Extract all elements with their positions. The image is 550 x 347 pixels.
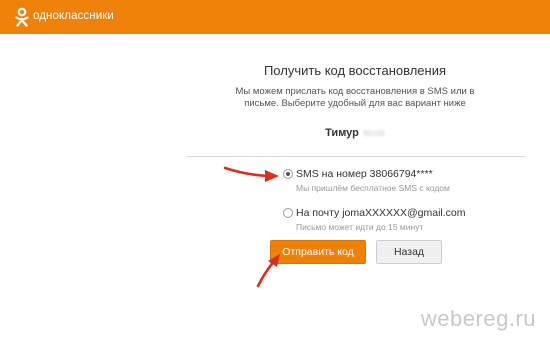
annotation-arrow-icon	[223, 166, 279, 182]
blurred-surname	[362, 130, 385, 137]
email-option-hint: Письмо может идти до 15 минут	[296, 222, 424, 232]
logo-text[interactable]: одноклассники	[33, 10, 114, 22]
user-first-name: Тимур	[325, 127, 359, 139]
email-option-radio[interactable]	[283, 208, 293, 218]
annotation-arrow-icon	[256, 254, 280, 288]
sms-option-hint: Мы пришлём бесплатное SMS с кодом	[296, 183, 450, 193]
subtitle-line-1: Мы можем прислать код восстановления в S…	[235, 86, 475, 97]
back-button[interactable]: Назад	[376, 240, 442, 264]
page-title: Получить код восстановления	[263, 63, 447, 78]
email-option-label[interactable]: На почту jomaXXXXXX@gmail.com	[296, 207, 465, 219]
user-name: Тимур	[190, 127, 520, 139]
odnoklassniki-logo-icon[interactable]	[14, 7, 30, 27]
divider	[186, 156, 526, 157]
top-header-bar: одноклассники	[0, 0, 550, 34]
sms-option-radio[interactable]	[283, 169, 293, 179]
subtitle-line-2: письме. Выберите удобный для вас вариант…	[244, 98, 466, 109]
watermark: webereg.ru	[420, 306, 536, 331]
page-subtitle: Мы можем прислать код восстановления в S…	[220, 86, 490, 110]
sms-option-label[interactable]: SMS на номер 38066794****	[296, 168, 433, 180]
